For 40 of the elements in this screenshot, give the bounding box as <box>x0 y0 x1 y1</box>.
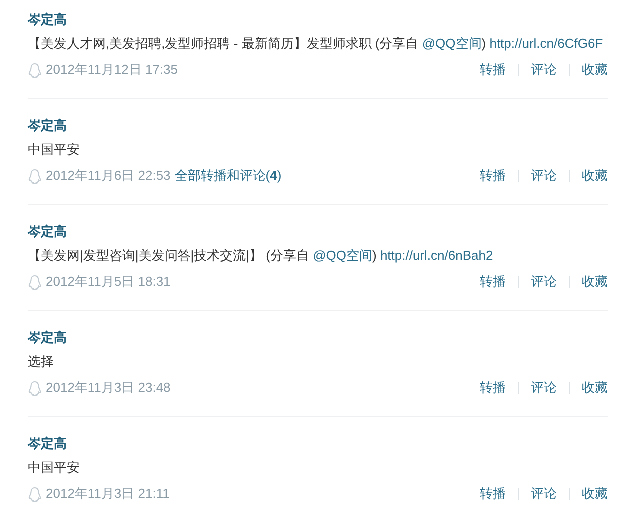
author-name[interactable]: 岑定高 <box>28 222 67 242</box>
penguin-icon <box>28 168 42 184</box>
action-link[interactable]: 收藏 <box>569 170 608 182</box>
penguin-icon <box>28 380 42 396</box>
action-link[interactable]: 收藏 <box>569 276 608 288</box>
penguin-icon <box>28 274 42 290</box>
author-name[interactable]: 岑定高 <box>28 434 67 454</box>
post-time: 2012年11月6日 22:53 <box>46 167 171 185</box>
action-link[interactable]: 转播 <box>468 488 518 500</box>
action-link[interactable]: 评论 <box>518 488 569 500</box>
post-text: 中国平安 <box>28 459 81 477</box>
post-text: 中国平安 <box>28 141 81 159</box>
action-link[interactable]: 收藏 <box>569 64 608 76</box>
action-link[interactable]: 收藏 <box>569 488 608 500</box>
post-text: 【美发网|发型咨询|美发问答|技术交流|】 (分享自 @QQ空间) http://url.cn/6nBah2 <box>28 247 494 265</box>
action-link[interactable]: 评论 <box>518 276 569 288</box>
action-link[interactable]: 评论 <box>518 170 569 182</box>
text-link[interactable]: @QQ空间 <box>422 36 482 51</box>
action-link[interactable]: 转播 <box>468 170 518 182</box>
author-name[interactable]: 岑定高 <box>28 328 67 348</box>
post-time: 2012年11月5日 18:31 <box>46 273 171 291</box>
action-link[interactable]: 评论 <box>518 64 569 76</box>
penguin-icon <box>28 62 42 78</box>
author-name[interactable]: 岑定高 <box>28 10 67 30</box>
action-link[interactable]: 评论 <box>518 382 569 394</box>
post-text: 选择 <box>28 353 55 371</box>
action-link[interactable]: 转播 <box>468 64 518 76</box>
action-link[interactable]: 转播 <box>468 382 518 394</box>
text-link[interactable]: http://url.cn/6nBah2 <box>380 248 494 263</box>
action-link[interactable]: 转播 <box>468 276 518 288</box>
text-link[interactable]: @QQ空间 <box>313 248 372 263</box>
author-name[interactable]: 岑定高 <box>28 116 67 136</box>
action-link[interactable]: 收藏 <box>569 382 608 394</box>
post-time: 2012年11月3日 23:48 <box>46 379 171 397</box>
post-text: 【美发人才网,美发招聘,发型师招聘 - 最新简历】发型师求职 (分享自 @QQ空间) http://url.cn/6CfG6F <box>28 35 604 53</box>
post-time: 2012年11月12日 17:35 <box>46 61 178 79</box>
penguin-icon <box>28 486 42 502</box>
comments-link[interactable]: 全部转播和评论(4) <box>174 166 282 186</box>
post-time: 2012年11月3日 21:11 <box>46 485 170 503</box>
text-link[interactable]: http://url.cn/6CfG6F <box>490 36 604 51</box>
